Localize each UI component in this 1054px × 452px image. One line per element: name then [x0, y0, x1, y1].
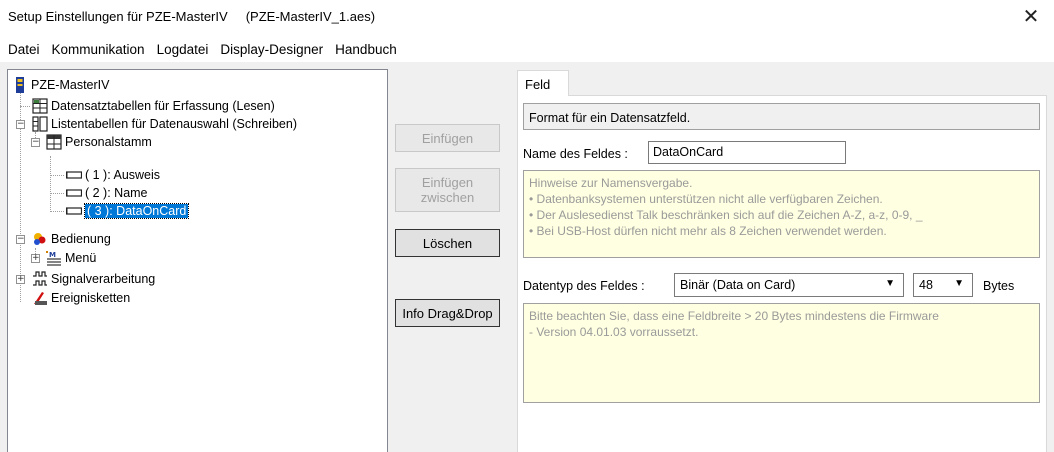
tree-label-menue: Menü — [65, 251, 97, 265]
datatype-value: Binär (Data on Card) — [680, 278, 796, 292]
expander-signalverarbeitung[interactable]: + — [16, 275, 25, 284]
close-icon: ✕ — [1022, 5, 1040, 28]
table-icon — [46, 134, 62, 150]
info-dragdrop-button[interactable]: Info Drag&Drop — [395, 299, 500, 327]
tree-item-signalverarbeitung[interactable]: Signalverarbeitung — [32, 270, 155, 288]
loeschen-label: Löschen — [422, 235, 473, 251]
note-line: Bitte beachten Sie, dass eine Feldbreite… — [529, 309, 939, 323]
loeschen-button[interactable]: Löschen — [395, 229, 500, 257]
tree-label-field-ausweis: ( 1 ): Ausweis — [85, 168, 161, 182]
tree-label-field-dataoncard: ( 3 ): DataOnCard — [83, 203, 190, 219]
palette-icon — [34, 233, 46, 245]
note-line: - Version 04.01.03 vorraussetzt. — [529, 325, 699, 339]
svg-text:M: M — [49, 251, 56, 259]
tree-item-listentabellen[interactable]: Listentabellen für Datenauswahl (Schreib… — [32, 115, 297, 133]
size-value: 48 — [919, 278, 933, 292]
event-chain-icon — [34, 292, 47, 305]
einfuegen-button[interactable]: Einfügen — [395, 124, 500, 152]
tree-item-menue[interactable]: M Menü — [46, 249, 96, 267]
info-dragdrop-label: Info Drag&Drop — [402, 305, 493, 321]
title-bar: Setup Einstellungen für PZE-MasterIV (PZ… — [0, 0, 1054, 36]
tree-item-bedienung[interactable]: Bedienung — [32, 230, 111, 248]
menu-handbuch[interactable]: Handbuch — [329, 42, 403, 57]
tree-label-personalstamm: Personalstamm — [65, 135, 152, 149]
expander-bedienung[interactable]: − — [16, 235, 25, 244]
datatype-select[interactable]: Binär (Data on Card) ▼ — [674, 273, 904, 297]
tab-feld-label: Feld — [525, 77, 551, 92]
expander-listentabellen[interactable]: − — [16, 120, 25, 129]
tree-item-field-ausweis[interactable]: ( 1 ): Ausweis — [66, 166, 160, 184]
einfuegen-zwischen-label-2: zwischen — [420, 190, 475, 205]
menu-datei[interactable]: Datei — [2, 42, 46, 57]
tree-item-personalstamm[interactable]: Personalstamm — [46, 133, 152, 151]
tree-item-field-name[interactable]: ( 2 ): Name — [66, 184, 148, 202]
size-select[interactable]: 48 ▼ — [913, 273, 973, 297]
tree-item-ereignisketten[interactable]: Ereignisketten — [32, 289, 130, 307]
tree-label-ereignisketten: Ereignisketten — [51, 291, 131, 305]
tab-feld[interactable]: Feld — [517, 70, 569, 96]
tree-item-root[interactable]: PZE-MasterIV — [12, 76, 110, 94]
tree-item-field-dataoncard[interactable]: ( 3 ): DataOnCard — [66, 202, 190, 220]
format-description: Format für ein Datensatzfeld. — [523, 103, 1040, 130]
hint-line: • Der Auslesedienst Talk beschränken sic… — [529, 208, 923, 222]
list-table-icon — [32, 116, 48, 132]
name-label: Name des Feldes : — [523, 147, 628, 161]
table-grid-icon — [32, 98, 48, 114]
menu-bar: Datei Kommunikation Logdatei Display-Des… — [0, 36, 1054, 62]
tree-label-signalverarbeitung: Signalverarbeitung — [51, 272, 156, 286]
datatype-label: Datentyp des Feldes : — [523, 279, 645, 293]
expander-menue[interactable]: + — [31, 254, 40, 263]
field-icon — [66, 171, 82, 179]
name-hints-box: Hinweise zur Namensvergabe. • Datenbanks… — [523, 170, 1040, 258]
close-button[interactable]: ✕ — [1008, 0, 1054, 32]
tree-label-listentabellen: Listentabellen für Datenauswahl (Schreib… — [51, 117, 297, 131]
tree-label-bedienung: Bedienung — [51, 232, 111, 246]
hint-line: • Bei USB-Host dürfen nicht mehr als 8 Z… — [529, 224, 887, 238]
field-icon — [66, 207, 82, 215]
format-text: Format für ein Datensatzfeld. — [529, 111, 691, 125]
device-icon — [16, 77, 24, 93]
signal-icon — [33, 271, 47, 286]
firmware-note-box: Bitte beachten Sie, dass eine Feldbreite… — [523, 303, 1040, 403]
hint-line: • Datenbanksystemen unterstützen nicht a… — [529, 192, 883, 206]
field-icon — [66, 189, 82, 197]
window-title: Setup Einstellungen für PZE-MasterIV (PZ… — [8, 9, 376, 24]
bytes-label: Bytes — [983, 279, 1015, 293]
menu-display-designer[interactable]: Display-Designer — [214, 42, 329, 57]
tree-label-root: PZE-MasterIV — [31, 78, 110, 92]
tree-view[interactable]: PZE-MasterIV Datensatztabellen für Erfas… — [7, 69, 388, 452]
tree-label-datensatztabellen: Datensatztabellen für Erfassung (Lesen) — [51, 99, 275, 113]
expander-personalstamm[interactable]: − — [31, 138, 40, 147]
tree-label-field-name: ( 2 ): Name — [85, 186, 148, 200]
hint-line: Hinweise zur Namensvergabe. — [529, 176, 693, 190]
einfuegen-label: Einfügen — [421, 130, 474, 146]
chevron-down-icon: ▼ — [954, 278, 964, 289]
menu-kommunikation[interactable]: Kommunikation — [46, 42, 151, 57]
einfuegen-zwischen-label-1: Einfügen — [421, 175, 474, 190]
menu-list-icon: M — [46, 251, 61, 266]
name-field[interactable]: DataOnCard — [648, 141, 846, 164]
einfuegen-zwischen-button[interactable]: Einfügen zwischen — [395, 168, 500, 212]
menu-logdatei[interactable]: Logdatei — [151, 42, 215, 57]
tree-item-datensatztabellen[interactable]: Datensatztabellen für Erfassung (Lesen) — [32, 97, 275, 115]
chevron-down-icon: ▼ — [885, 278, 895, 289]
name-field-value: DataOnCard — [653, 145, 724, 159]
